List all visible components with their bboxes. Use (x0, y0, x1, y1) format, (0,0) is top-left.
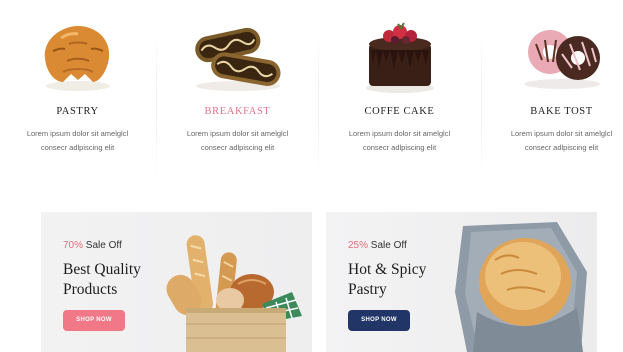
category-description: Lorem ipsum dolor sit amelglcl consecr a… (170, 127, 305, 155)
category-title: BREAKFAST (204, 106, 271, 117)
description-line: consecr adlpiscing elit (40, 143, 115, 152)
promo-banner-hot-spicy[interactable]: 25% Sale Off Hot & Spicy Pastry SHOP NOW (326, 212, 597, 352)
divider (156, 30, 157, 180)
round-loaf-image (437, 212, 597, 352)
category-row: PASTRY Lorem ipsum dolor sit amelglcl co… (0, 0, 623, 190)
shop-now-button[interactable]: SHOP NOW (348, 310, 410, 331)
promo-banner-best-quality[interactable]: 70% Sale Off Best Quality Products SHOP … (41, 212, 312, 352)
category-card-breakfast[interactable]: BREAKFAST Lorem ipsum dolor sit amelglcl… (160, 0, 315, 190)
sale-label: 25% Sale Off (348, 240, 407, 251)
rolls-icon (160, 16, 315, 98)
description-line: Lorem ipsum dolor sit amelglcl (510, 129, 613, 138)
description-line: consecr adlpiscing elit (362, 143, 437, 152)
sale-percent: 25% (348, 240, 369, 251)
sale-text: Sale Off (85, 240, 122, 251)
category-card-pastry[interactable]: PASTRY Lorem ipsum dolor sit amelglcl co… (0, 0, 155, 190)
description-line: Lorem ipsum dolor sit amelglcl (26, 129, 129, 138)
category-title: COFFE CAKE (364, 106, 435, 117)
category-title: PASTRY (56, 106, 99, 117)
sale-text: Sale Off (370, 240, 407, 251)
divider (318, 30, 319, 180)
category-description: Lorem ipsum dolor sit amelglcl consecr a… (494, 127, 623, 155)
category-description: Lorem ipsum dolor sit amelglcl consecr a… (10, 127, 145, 155)
donut-icon (484, 16, 623, 98)
sale-label: 70% Sale Off (63, 240, 122, 251)
description-line: Lorem ipsum dolor sit amelglcl (186, 129, 289, 138)
description-line: consecr adlpiscing elit (200, 143, 275, 152)
description-line: consecr adlpiscing elit (524, 143, 599, 152)
shop-now-button[interactable]: SHOP NOW (63, 310, 125, 331)
croissant-icon (0, 16, 155, 98)
divider (481, 30, 482, 180)
category-title: BAKE TOST (530, 106, 593, 117)
category-card-bake-tost[interactable]: BAKE TOST Lorem ipsum dolor sit amelglcl… (484, 0, 623, 190)
category-description: Lorem ipsum dolor sit amelglcl consecr a… (332, 127, 467, 155)
chocolate-cake-icon (322, 16, 477, 98)
description-line: Lorem ipsum dolor sit amelglcl (348, 129, 451, 138)
sale-percent: 70% (63, 240, 84, 251)
bread-basket-image (152, 212, 312, 352)
category-card-coffe-cake[interactable]: COFFE CAKE Lorem ipsum dolor sit amelglc… (322, 0, 477, 190)
